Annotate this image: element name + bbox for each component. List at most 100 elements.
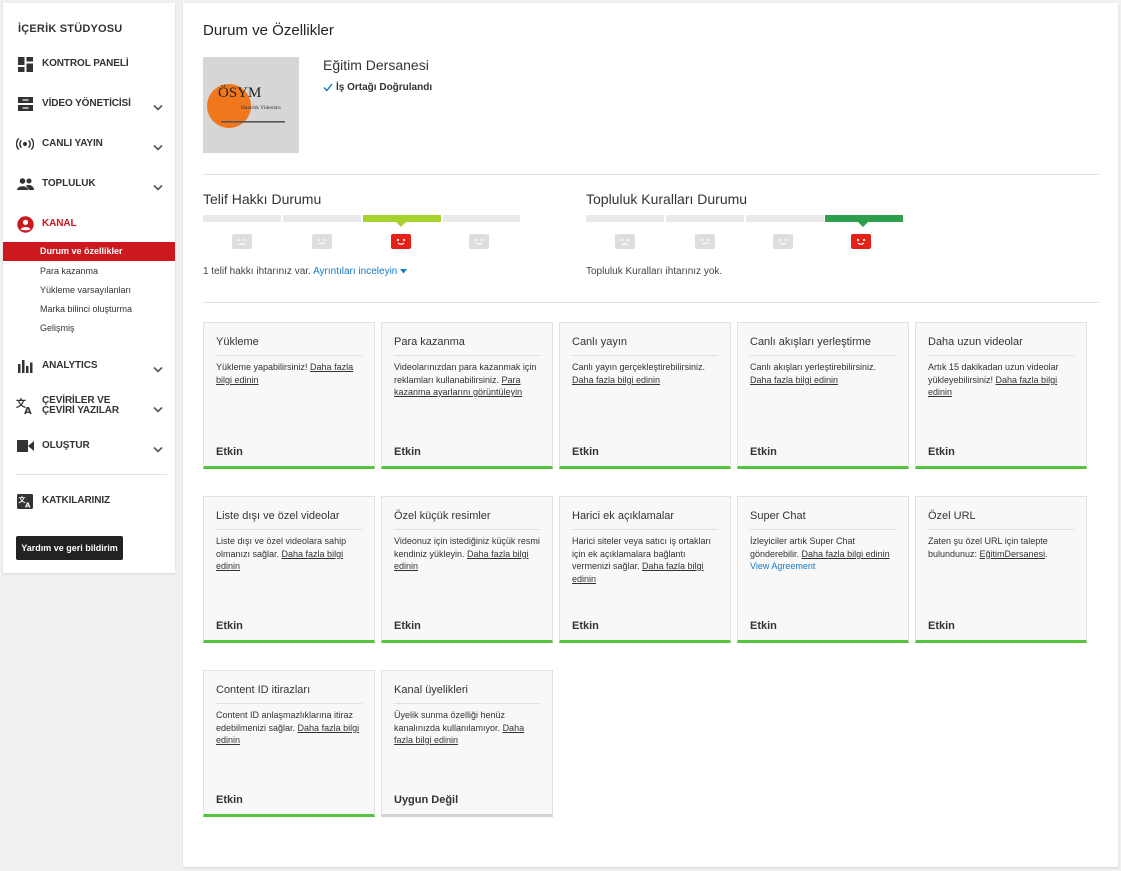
card-status: Etkin	[928, 620, 955, 632]
analytics-icon	[16, 357, 34, 375]
learn-more-link[interactable]: Daha fazla bilgi edinin	[750, 375, 838, 385]
feature-card-super-chat: Super Chat İzleyiciler artık Super Chat …	[737, 496, 909, 643]
chevron-down-icon[interactable]	[153, 138, 163, 156]
card-description: Üyelik sunma özelliği henüz kanalınızda …	[394, 710, 525, 745]
svg-text:ÖSYM: ÖSYM	[218, 84, 261, 101]
feature-card-memberships: Kanal üyelikleri Üyelik sunma özelliği h…	[381, 670, 553, 817]
sad-face-icon	[391, 234, 411, 249]
nav-dashboard[interactable]: KONTROL PANELİ	[3, 44, 175, 84]
nav-create[interactable]: OLUŞTUR	[3, 426, 175, 466]
nav-label: VİDEO YÖNETİCİSİ	[42, 98, 131, 109]
card-status: Uygun Değil	[394, 794, 459, 806]
channel-icon	[16, 215, 34, 233]
help-feedback-button[interactable]: Yardım ve geri bildirim	[16, 536, 123, 560]
view-agreement-link[interactable]: View Agreement	[750, 561, 815, 571]
community-pointer	[858, 222, 868, 227]
card-description: Content ID anlaşmazlıklarına itiraz edeb…	[216, 710, 360, 745]
contributions-icon: 文A	[16, 492, 34, 510]
svg-text:A: A	[25, 501, 31, 509]
feature-card-longer-videos: Daha uzun videolar Artık 15 dakikadan uz…	[915, 322, 1087, 469]
neutral-face-icon	[773, 234, 793, 249]
nav-translations[interactable]: 文A ÇEVİRİLER VE ÇEVİRİ YAZILAR	[3, 386, 175, 426]
caret-down-icon[interactable]	[400, 269, 408, 274]
neutral-face-icon	[312, 234, 332, 249]
community-status-title: Topluluk Kuralları Durumu	[586, 191, 748, 207]
copyright-status-text: 1 telif hakkı ihtarınız var. Ayrıntıları…	[203, 266, 408, 277]
copyright-status-title: Telif Hakkı Durumu	[203, 191, 322, 207]
card-description: Canlı yayın gerçekleştirebilirsiniz. Dah…	[572, 362, 706, 385]
page-title: Durum ve Özellikler	[203, 22, 334, 39]
card-title: Para kazanma	[394, 336, 540, 356]
card-description: Yükleme yapabilirsiniz! Daha fazla bilgi…	[216, 362, 354, 385]
divider	[203, 302, 1099, 303]
card-title: Özel URL	[928, 510, 1074, 530]
sidebar-divider	[16, 474, 167, 475]
chevron-down-icon[interactable]	[153, 178, 163, 196]
nav-label: ÇEVİRİLER VE ÇEVİRİ YAZILAR	[42, 395, 119, 416]
card-title: Harici ek açıklamalar	[572, 510, 718, 530]
sub-branding[interactable]: Marka bilinci oluşturma	[3, 300, 175, 319]
copyright-bar-segment-active	[363, 215, 441, 222]
community-bar-segment	[666, 215, 744, 222]
community-bar-segment	[586, 215, 664, 222]
live-stream-icon	[16, 135, 34, 153]
nav-label: OLUŞTUR	[42, 440, 90, 451]
nav-analytics[interactable]: ANALYTICS	[3, 346, 175, 386]
check-icon	[323, 83, 333, 92]
card-status: Etkin	[928, 446, 955, 458]
dashboard-icon	[16, 55, 34, 73]
sub-monetization[interactable]: Para kazanma	[3, 262, 175, 281]
feature-card-custom-thumbnails: Özel küçük resimler Videonuz için istedi…	[381, 496, 553, 643]
neutral-face-icon	[695, 234, 715, 249]
channel-avatar: ÖSYM Hazırlık Videoları	[203, 57, 299, 153]
card-status: Etkin	[216, 446, 243, 458]
review-details-link[interactable]: Ayrıntıları inceleyin	[313, 266, 397, 277]
nav-contributions[interactable]: 文A KATKILARINIZ	[3, 481, 175, 521]
nav-community[interactable]: TOPLULUK	[3, 164, 175, 204]
learn-more-link[interactable]: Daha fazla bilgi edinin	[802, 549, 890, 559]
chevron-down-icon[interactable]	[153, 98, 163, 116]
sad-face-icon	[615, 234, 635, 249]
card-description: Zaten şu özel URL için talepte bulundunu…	[928, 536, 1048, 559]
feature-card-unlisted-private: Liste dışı ve özel videolar Liste dışı v…	[203, 496, 375, 643]
feature-card-content-id-appeals: Content ID itirazları Content ID anlaşma…	[203, 670, 375, 817]
feature-card-embed-live: Canlı akışları yerleştirme Canlı akışlar…	[737, 322, 909, 469]
nav-label: TOPLULUK	[42, 178, 96, 189]
card-title: Canlı akışları yerleştirme	[750, 336, 896, 356]
sub-upload-defaults[interactable]: Yükleme varsayılanları	[3, 281, 175, 300]
chevron-down-icon[interactable]	[153, 360, 163, 378]
nav-channel[interactable]: KANAL	[3, 204, 175, 244]
nav-label: KATKILARINIZ	[42, 495, 111, 506]
card-description: Videonuz için istediğiniz küçük resmi ke…	[394, 536, 540, 571]
happy-face-icon	[851, 234, 871, 249]
feature-card-custom-url: Özel URL Zaten şu özel URL için talepte …	[915, 496, 1087, 643]
chevron-down-icon[interactable]	[153, 400, 163, 418]
card-description: İzleyiciler artık Super Chat gönderebili…	[750, 536, 890, 571]
sub-advanced[interactable]: Gelişmiş	[3, 319, 175, 338]
copyright-pointer	[396, 222, 406, 227]
community-icon	[16, 175, 34, 193]
nav-label: KANAL	[42, 218, 77, 229]
sidebar: İÇERİK STÜDYOSU KONTROL PANELİ VİDEO YÖN…	[3, 3, 175, 573]
custom-url-link[interactable]: EğitimDersanesi	[980, 549, 1046, 559]
nav-video-manager[interactable]: VİDEO YÖNETİCİSİ	[3, 84, 175, 124]
svg-text:Hazırlık Videoları: Hazırlık Videoları	[241, 105, 281, 111]
verified-label: İş Ortağı Doğrulandı	[336, 82, 433, 93]
channel-name: Eğitim Dersanesi	[323, 57, 429, 73]
sub-status-features[interactable]: Durum ve özellikler	[3, 242, 175, 261]
nav-label: CANLI YAYIN	[42, 138, 103, 149]
card-description: Videolarınızdan para kazanmak için rekla…	[394, 362, 537, 397]
studio-title: İÇERİK STÜDYOSU	[18, 23, 123, 35]
svg-text:A: A	[24, 406, 32, 414]
card-status: Etkin	[394, 620, 421, 632]
card-title: Super Chat	[750, 510, 896, 530]
community-bar-segment	[746, 215, 824, 222]
main-panel: Durum ve Özellikler ÖSYM Hazırlık Videol…	[183, 3, 1118, 867]
card-status: Etkin	[750, 446, 777, 458]
card-title: Liste dışı ve özel videolar	[216, 510, 362, 530]
card-status: Etkin	[572, 446, 599, 458]
feature-card-upload: Yükleme Yükleme yapabilirsiniz! Daha faz…	[203, 322, 375, 469]
nav-live-stream[interactable]: CANLI YAYIN	[3, 124, 175, 164]
learn-more-link[interactable]: Daha fazla bilgi edinin	[572, 375, 660, 385]
chevron-down-icon[interactable]	[153, 440, 163, 458]
